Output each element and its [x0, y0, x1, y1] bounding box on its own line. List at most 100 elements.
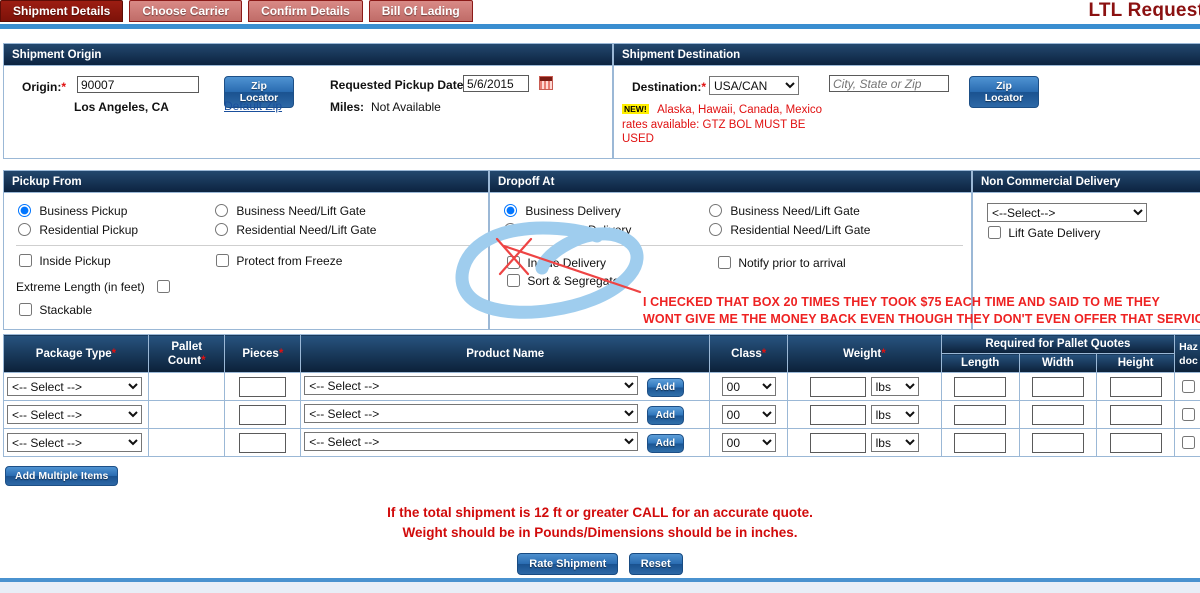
row-2-package-type-select[interactable]: <-- Select -->	[7, 433, 142, 452]
dropoff-at-title: Dropoff At	[490, 171, 971, 193]
row-0-pieces-input[interactable]	[239, 376, 287, 397]
destination-notice-line3: USED	[622, 133, 654, 145]
tab-label: Confirm Details	[261, 4, 350, 18]
rate-shipment-button[interactable]: Rate Shipment	[517, 553, 619, 575]
row-1-weight-input[interactable]	[810, 404, 867, 425]
tab-choose-carrier[interactable]: Choose Carrier	[129, 0, 243, 22]
origin-label: Origin:	[22, 80, 62, 94]
dropoff-divider	[502, 245, 963, 246]
th-package-type-label: Package Type	[35, 347, 112, 360]
callout-line-2: Weight should be in Pounds/Dimensions sh…	[402, 525, 798, 540]
destination-zip-locator-button[interactable]: Zip Locator	[969, 76, 1039, 108]
th-pallet-count-label: Pallet Count	[167, 340, 203, 367]
tab-shipment-details[interactable]: Shipment Details	[0, 0, 124, 22]
non-commercial-select[interactable]: <--Select-->	[987, 203, 1147, 222]
row-0-class-select[interactable]: 00	[721, 377, 776, 396]
tab-bill-of-lading[interactable]: Bill Of Lading	[368, 0, 473, 22]
radio-residential-delivery-label: Residential Delivery	[525, 223, 632, 237]
radio-residential-liftgate-delivery[interactable]	[709, 223, 722, 236]
pickup-from-panel: Pickup From Business Pickup Residential …	[3, 170, 489, 330]
checkbox-inside-delivery[interactable]	[507, 256, 520, 269]
items-table-body: <-- Select --> <-- Select --> Add 00 lbs…	[3, 372, 1200, 457]
radio-business-delivery-label: Business Delivery	[525, 204, 621, 218]
tab-label: Choose Carrier	[142, 4, 230, 18]
destination-city-input[interactable]	[829, 75, 949, 92]
row-1-haz-checkbox[interactable]	[1182, 407, 1195, 421]
row-0-package-type-select[interactable]: <-- Select -->	[7, 377, 142, 396]
calendar-icon[interactable]	[539, 76, 553, 90]
row-0-height-input[interactable]	[1109, 376, 1162, 397]
row-0-product-name-select[interactable]: <-- Select -->	[304, 376, 639, 396]
row-2-product-name-select[interactable]: <-- Select -->	[304, 432, 639, 452]
row-2-length-input[interactable]	[954, 432, 1007, 453]
row-1-length-input[interactable]	[954, 404, 1007, 425]
row-2-weight-input[interactable]	[810, 432, 867, 453]
row-0-weight-unit-select[interactable]: lbs	[870, 377, 919, 396]
row-0-width-input[interactable]	[1031, 376, 1084, 397]
row-1-class-select[interactable]: 00	[721, 405, 776, 424]
non-commercial-delivery-panel: Non Commercial Delivery <--Select--> Lif…	[972, 170, 1200, 330]
row-1-height-input[interactable]	[1109, 404, 1162, 425]
cell-package-type: <-- Select -->	[3, 372, 149, 401]
row-1-pieces-input[interactable]	[239, 404, 287, 425]
row-0-haz-checkbox[interactable]	[1182, 379, 1195, 393]
table-row: <-- Select --> <-- Select --> Add 00 lbs	[3, 372, 1200, 401]
tab-label: Shipment Details	[13, 4, 111, 18]
requested-pickup-date-input[interactable]	[463, 75, 529, 92]
th-length: Length	[940, 353, 1020, 373]
origin-zip-input[interactable]	[77, 76, 199, 93]
shipment-origin-title: Shipment Origin	[4, 44, 612, 66]
checkbox-sort-segregate[interactable]	[507, 274, 520, 287]
cell-pieces	[224, 400, 302, 429]
checkbox-inside-pickup-label: Inside Pickup	[39, 254, 111, 268]
row-1-package-type-select[interactable]: <-- Select -->	[7, 405, 142, 424]
radio-residential-pickup[interactable]	[18, 223, 31, 236]
row-2-add-button[interactable]: Add	[646, 433, 685, 453]
cell-haz	[1174, 400, 1200, 429]
row-2-weight-unit-select[interactable]: lbs	[870, 433, 919, 452]
checkbox-notify-prior-to-arrival-label: Notify prior to arrival	[738, 256, 846, 270]
radio-residential-delivery[interactable]	[504, 223, 517, 236]
reset-button[interactable]: Reset	[628, 553, 683, 575]
checkbox-stackable[interactable]	[19, 303, 32, 316]
add-multiple-items-button[interactable]: Add Multiple Items	[5, 466, 119, 486]
cell-pieces	[224, 372, 302, 401]
row-1-product-name-select[interactable]: <-- Select -->	[304, 404, 639, 424]
cell-pallet-count	[147, 400, 226, 429]
row-2-width-input[interactable]	[1031, 432, 1084, 453]
radio-business-liftgate-pickup[interactable]	[215, 204, 228, 217]
checkbox-sort-segregate-label: Sort & Segregate	[527, 274, 620, 288]
checkbox-lift-gate-delivery[interactable]	[988, 226, 1001, 239]
new-badge: NEW!	[622, 104, 649, 114]
row-1-width-input[interactable]	[1031, 404, 1084, 425]
destination-notice-line1: Alaska, Hawaii, Canada, Mexico	[657, 104, 823, 116]
row-1-weight-unit-select[interactable]: lbs	[870, 405, 919, 424]
radio-business-delivery[interactable]	[504, 204, 517, 217]
checkbox-extreme-length[interactable]	[157, 280, 171, 293]
tab-confirm-details[interactable]: Confirm Details	[248, 0, 363, 22]
row-0-add-button[interactable]: Add	[646, 377, 685, 397]
radio-business-pickup[interactable]	[18, 204, 31, 217]
row-0-weight-input[interactable]	[810, 376, 867, 397]
row-2-class-select[interactable]: 00	[721, 433, 776, 452]
radio-residential-liftgate-pickup[interactable]	[215, 223, 228, 236]
row-1-add-button[interactable]: Add	[646, 405, 685, 425]
header-rule-gap	[0, 29, 1200, 32]
row-2-height-input[interactable]	[1109, 432, 1162, 453]
radio-business-liftgate-pickup-label: Business Need/Lift Gate	[236, 204, 366, 218]
cell-pallet-count	[147, 372, 226, 401]
row-2-pieces-input[interactable]	[239, 432, 287, 453]
checkbox-protect-from-freeze[interactable]	[216, 254, 229, 267]
default-zip-link[interactable]: Default Zip	[224, 99, 282, 113]
destination-country-select[interactable]: USA/CAN	[709, 76, 799, 95]
cell-package-type: <-- Select -->	[3, 428, 149, 457]
row-0-length-input[interactable]	[954, 376, 1007, 397]
checkbox-notify-prior-to-arrival[interactable]	[718, 256, 731, 269]
origin-resolved-city: Los Angeles, CA	[74, 100, 169, 114]
row-2-haz-checkbox[interactable]	[1182, 435, 1195, 449]
th-pieces-label: Pieces	[242, 347, 279, 360]
miles-value: Not Available	[371, 100, 441, 114]
radio-business-liftgate-delivery[interactable]	[709, 204, 722, 217]
non-commercial-delivery-title: Non Commercial Delivery	[973, 171, 1200, 193]
checkbox-inside-pickup[interactable]	[19, 254, 32, 267]
